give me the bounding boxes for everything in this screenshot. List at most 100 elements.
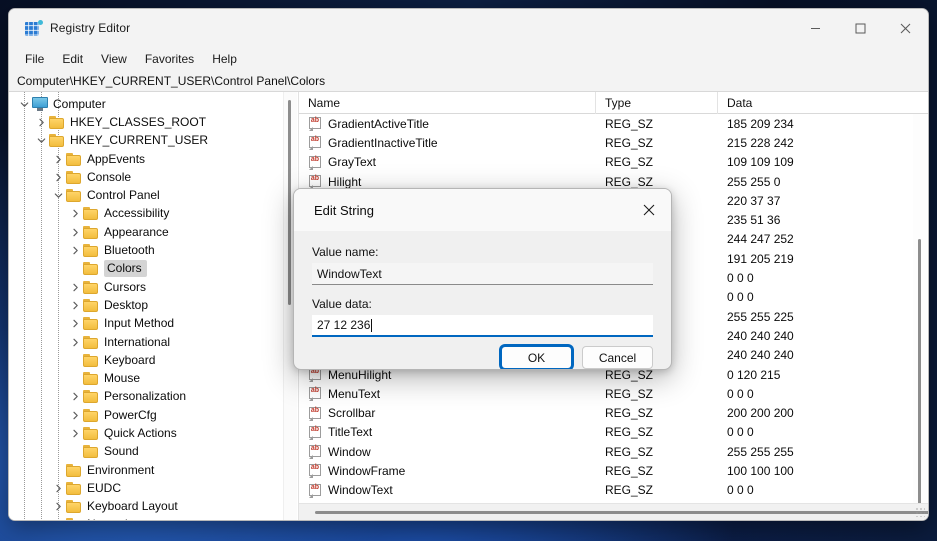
table-row[interactable]: ab MenuText REG_SZ 0 0 0 xyxy=(299,384,928,403)
menu-item-favorites[interactable]: Favorites xyxy=(136,49,203,69)
table-row[interactable]: ab GrayText REG_SZ 109 109 109 xyxy=(299,153,928,172)
chevron-right-icon[interactable] xyxy=(68,406,83,424)
minimize-icon[interactable] xyxy=(793,9,838,47)
tree-node-network[interactable]: Network xyxy=(9,516,298,520)
cell-name: ab GradientActiveTitle xyxy=(299,114,596,133)
tree-node-bluetooth[interactable]: Bluetooth xyxy=(9,241,298,259)
cell-data: 200 200 200 xyxy=(727,406,794,421)
folder-icon xyxy=(66,500,82,514)
tree-node-quick-actions[interactable]: Quick Actions xyxy=(9,424,298,442)
menu-item-help[interactable]: Help xyxy=(203,49,246,69)
folder-icon xyxy=(83,244,99,258)
chevron-right-icon[interactable] xyxy=(51,498,66,516)
table-row[interactable]: ab WindowText REG_SZ 0 0 0 xyxy=(299,481,928,500)
tree-node-colors[interactable]: Colors xyxy=(9,260,298,278)
tree-node-sound[interactable]: Sound xyxy=(9,443,298,461)
chevron-right-icon[interactable] xyxy=(68,388,83,406)
tree-node-mouse[interactable]: Mouse xyxy=(9,369,298,387)
tree-node-desktop[interactable]: Desktop xyxy=(9,296,298,314)
list-scrollbar-thumb[interactable] xyxy=(918,239,921,515)
chevron-right-icon[interactable] xyxy=(68,205,83,223)
table-row[interactable]: ab GradientInactiveTitle REG_SZ 215 228 242 xyxy=(299,133,928,152)
chevron-right-icon[interactable] xyxy=(51,168,66,186)
cell-data: 0 0 0 xyxy=(727,425,754,440)
table-row[interactable]: ab TitleText REG_SZ 0 0 0 xyxy=(299,423,928,442)
tree-node-accessibility[interactable]: Accessibility xyxy=(9,205,298,223)
registry-editor-window: Registry Editor File Edit View Favorites Hel… xyxy=(8,8,929,521)
tree-node-eudc[interactable]: EUDC xyxy=(9,479,298,497)
chevron-right-icon[interactable] xyxy=(68,315,83,333)
tree-node-appearance[interactable]: Appearance xyxy=(9,223,298,241)
cell-data: 240 240 240 xyxy=(727,328,794,343)
chevron-right-icon[interactable] xyxy=(68,223,83,241)
menu-item-file[interactable]: File xyxy=(16,49,53,69)
tree-node-powercfg[interactable]: PowerCfg xyxy=(9,406,298,424)
chevron-right-icon[interactable] xyxy=(68,278,83,296)
cancel-button[interactable]: Cancel xyxy=(582,346,653,369)
value-data-input[interactable]: 27 12 236 xyxy=(312,315,653,337)
cell-data: 255 255 225 xyxy=(727,309,794,324)
tree-node-console[interactable]: Console xyxy=(9,168,298,186)
chevron-right-icon[interactable] xyxy=(68,242,83,260)
tree-node-cursors[interactable]: Cursors xyxy=(9,278,298,296)
string-value-icon: ab xyxy=(309,483,322,498)
edit-string-dialog: Edit String Value name: WindowText Value… xyxy=(293,188,672,370)
tree-node-hkey-current-user[interactable]: HKEY_CURRENT_USER xyxy=(9,132,298,150)
tree-node-keyboard[interactable]: Keyboard xyxy=(9,351,298,369)
folder-icon xyxy=(83,280,99,294)
list-horizontal-scrollbar[interactable] xyxy=(299,503,928,520)
table-row[interactable]: ab Scrollbar REG_SZ 200 200 200 xyxy=(299,403,928,422)
chevron-right-icon[interactable] xyxy=(68,424,83,442)
maximize-icon[interactable] xyxy=(838,9,883,47)
table-row[interactable]: ab WindowFrame REG_SZ 100 100 100 xyxy=(299,461,928,480)
tree-node-keyboard-layout[interactable]: Keyboard Layout xyxy=(9,498,298,516)
close-icon[interactable] xyxy=(883,9,928,47)
cell-name: ab Scrollbar xyxy=(299,403,596,422)
value-name-input[interactable]: WindowText xyxy=(312,263,653,285)
tree-scrollbar-thumb[interactable] xyxy=(288,100,291,305)
resize-grip[interactable] xyxy=(914,506,925,517)
column-header-type[interactable]: Type xyxy=(596,92,718,114)
tree-node-personalization[interactable]: Personalization xyxy=(9,388,298,406)
dialog-title: Edit String xyxy=(314,202,374,218)
list-vertical-scrollbar[interactable] xyxy=(913,114,927,515)
dialog-body: Value name: WindowText Value data: 27 12… xyxy=(294,231,671,369)
tree-node-label: Mouse xyxy=(104,371,141,386)
tree-node-hkey-classes-root[interactable]: HKEY_CLASSES_ROOT xyxy=(9,113,298,131)
chevron-right-icon[interactable] xyxy=(51,479,66,497)
menu-item-edit[interactable]: Edit xyxy=(53,49,92,69)
chevron-right-icon[interactable] xyxy=(68,333,83,351)
string-value-icon: ab xyxy=(309,387,322,402)
tree-node-input-method[interactable]: Input Method xyxy=(9,315,298,333)
close-icon[interactable] xyxy=(627,189,671,231)
list-hscrollbar-thumb[interactable] xyxy=(315,511,928,514)
chevron-right-icon[interactable] xyxy=(34,113,49,131)
address-bar[interactable]: Computer\HKEY_CURRENT_USER\Control Panel… xyxy=(9,71,928,92)
tree-node-label: Computer xyxy=(53,96,106,111)
menu-bar: File Edit View Favorites Help xyxy=(9,47,928,71)
tree-node-control-panel[interactable]: Control Panel xyxy=(9,186,298,204)
folder-icon xyxy=(66,481,82,495)
chevron-right-icon[interactable] xyxy=(68,296,83,314)
tree-node-computer[interactable]: Computer xyxy=(9,95,298,113)
chevron-right-icon[interactable] xyxy=(51,150,66,168)
tree-node-international[interactable]: International xyxy=(9,333,298,351)
tree-node-appevents[interactable]: AppEvents xyxy=(9,150,298,168)
ok-button[interactable]: OK xyxy=(501,346,572,369)
chevron-down-icon[interactable] xyxy=(51,187,66,205)
menu-item-view[interactable]: View xyxy=(92,49,136,69)
folder-icon xyxy=(83,445,99,459)
column-header-name[interactable]: Name xyxy=(299,92,596,114)
folder-icon xyxy=(66,189,82,203)
value-name: WindowText xyxy=(328,483,393,498)
chevron-right-icon[interactable] xyxy=(51,516,66,520)
table-row[interactable]: ab GradientActiveTitle REG_SZ 185 209 234 xyxy=(299,114,928,133)
column-header-data[interactable]: Data xyxy=(718,92,928,114)
chevron-down-icon[interactable] xyxy=(17,95,32,113)
tree-node-spacer xyxy=(68,370,83,388)
tree-node-environment[interactable]: Environment xyxy=(9,461,298,479)
table-row[interactable]: ab Window REG_SZ 255 255 255 xyxy=(299,442,928,461)
chevron-down-icon[interactable] xyxy=(34,132,49,150)
tree-node-label: International xyxy=(104,334,171,349)
cell-name: ab Window xyxy=(299,442,596,461)
